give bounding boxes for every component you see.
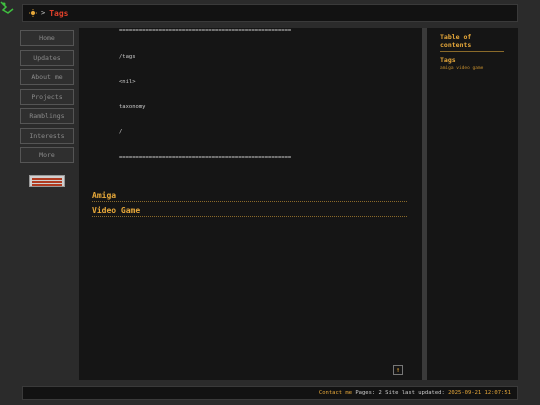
nav-ramblings-button[interactable]: Ramblings xyxy=(20,108,74,124)
contact-link[interactable]: Contact me xyxy=(319,390,352,396)
nav-interests-button[interactable]: Interests xyxy=(20,127,74,144)
footer-pages-text: Pages: 2 Site last updated: xyxy=(355,390,445,396)
frontmatter-line: <nil> xyxy=(119,79,136,85)
nav-home-button[interactable]: Home xyxy=(20,30,74,46)
nav-updates-button[interactable]: Updates xyxy=(20,49,74,66)
breadcrumb-current[interactable]: Tags xyxy=(49,9,68,18)
frontmatter-rule-bottom: ========================================… xyxy=(119,155,292,161)
site-badge-image[interactable] xyxy=(29,175,65,187)
frontmatter-rule-top: ========================================… xyxy=(119,28,292,34)
frontmatter-line: /tags xyxy=(119,54,136,60)
breadcrumb: > Tags xyxy=(22,4,518,22)
sidebar-nav: Home Updates About me Projects Ramblings… xyxy=(20,30,76,187)
last-updated-timestamp: 2025-09-21 12:07:51 xyxy=(448,390,511,396)
nav-more-button[interactable]: More xyxy=(20,147,74,163)
nav-about-button[interactable]: About me xyxy=(20,69,74,85)
frontmatter-line: taxonomy xyxy=(119,104,146,110)
toc-title: Table of contents xyxy=(440,33,504,52)
footer: Contact me Pages: 2 Site last updated: 2… xyxy=(22,386,518,400)
toc-subitems[interactable]: amiga video game xyxy=(440,66,518,71)
back-to-top-button[interactable]: ↑ xyxy=(393,365,403,375)
home-sun-icon[interactable] xyxy=(29,9,37,17)
toc-item-tags[interactable]: Tags xyxy=(440,56,518,64)
taxonomy-link-video-game[interactable]: Video Game xyxy=(92,206,407,217)
nav-projects-button[interactable]: Projects xyxy=(20,88,74,105)
breadcrumb-separator: > xyxy=(41,9,46,17)
taxonomy-link-amiga[interactable]: Amiga xyxy=(92,191,407,202)
corner-logo-icon xyxy=(0,1,14,14)
toc-panel: Table of contents Tags amiga video game xyxy=(427,28,518,380)
main-content: ========================================… xyxy=(79,28,422,380)
frontmatter-line: / xyxy=(119,129,123,135)
